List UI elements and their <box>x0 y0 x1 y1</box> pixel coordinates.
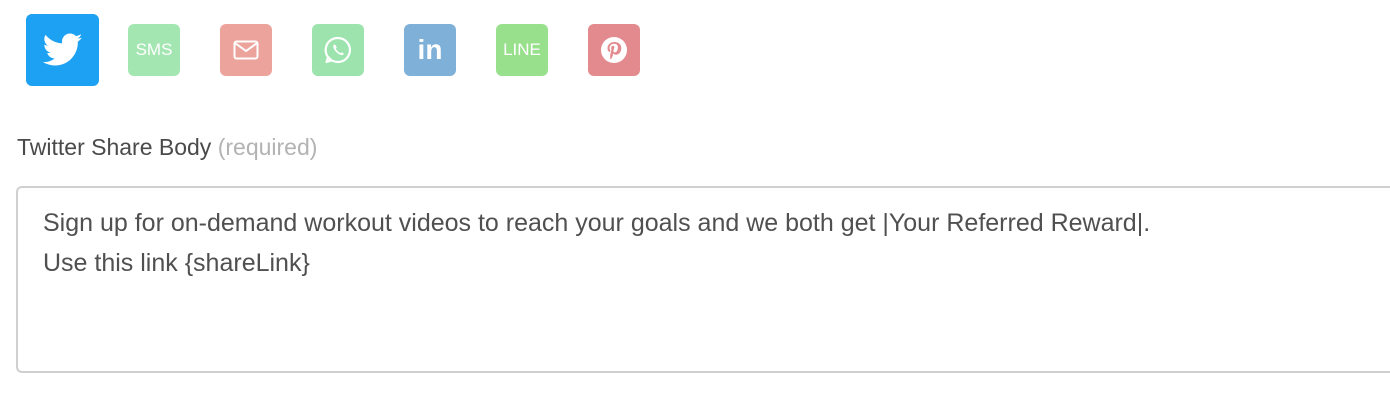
pinterest-share-button[interactable] <box>588 24 640 76</box>
sms-icon: SMS <box>135 40 173 59</box>
pinterest-icon <box>601 37 627 63</box>
twitter-share-button[interactable] <box>26 14 99 86</box>
share-body-textarea[interactable]: Sign up for on-demand workout videos to … <box>16 186 1390 373</box>
whatsapp-share-button[interactable] <box>312 24 364 76</box>
linkedin-share-button[interactable]: in <box>404 24 456 76</box>
line-icon: LINE <box>503 40 541 59</box>
share-body-text: Sign up for on-demand workout videos to … <box>43 203 1150 283</box>
whatsapp-icon <box>324 36 351 64</box>
field-label-text: Twitter Share Body <box>17 134 212 160</box>
envelope-icon <box>233 40 259 60</box>
field-label: Twitter Share Body (required) <box>17 132 317 162</box>
share-body-line-1: Sign up for on-demand workout videos to … <box>43 209 1151 237</box>
linkedin-icon: in <box>417 34 443 65</box>
twitter-icon <box>42 33 82 66</box>
required-note: (required) <box>217 134 318 160</box>
share-channel-toolbar: SMS in LINE <box>0 0 1390 100</box>
email-share-button[interactable] <box>220 24 272 76</box>
line-share-button[interactable]: LINE <box>496 24 548 76</box>
share-body-line-2: Use this link {shareLink} <box>43 249 310 277</box>
sms-share-button[interactable]: SMS <box>128 24 180 76</box>
